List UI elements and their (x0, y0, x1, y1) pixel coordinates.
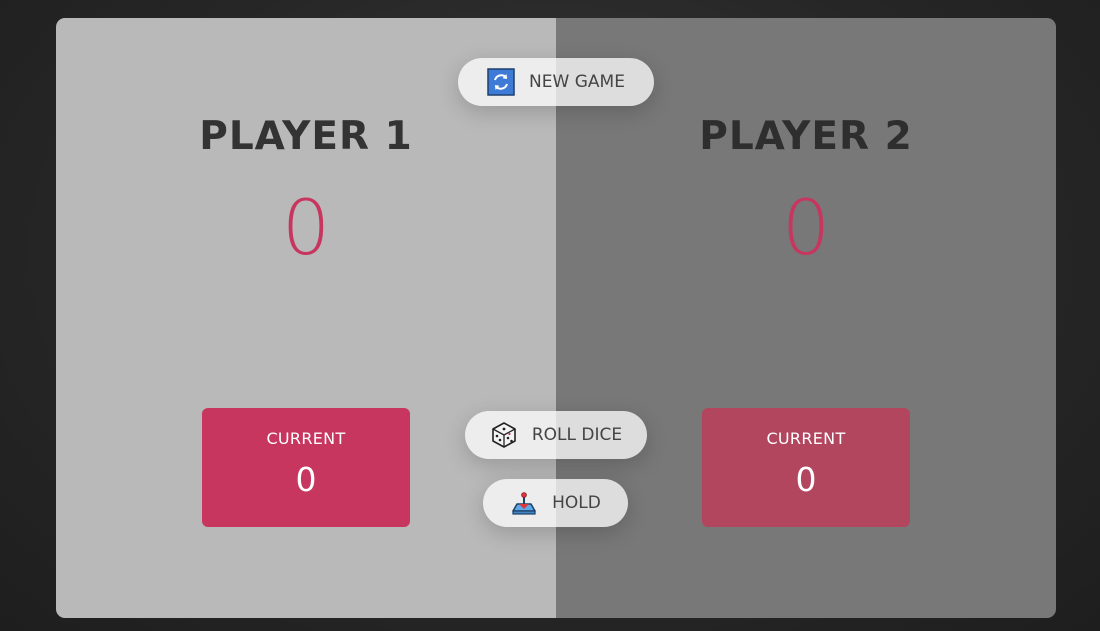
player-2-panel: PLAYER 2 0 CURRENT 0 (556, 18, 1056, 618)
player-1-current-score: 0 (295, 460, 317, 499)
player-2-name: PLAYER 2 (699, 114, 913, 159)
roll-dice-label: ROLL DICE (531, 425, 623, 445)
hold-button[interactable]: HOLD (483, 479, 628, 527)
player-1-current-label: CURRENT (266, 429, 346, 448)
new-game-button[interactable]: NEW GAME (458, 58, 654, 106)
joystick-icon (510, 489, 538, 517)
player-1-panel: PLAYER 1 0 CURRENT 0 (56, 18, 556, 618)
player-2-current-box: CURRENT 0 (702, 408, 910, 527)
player-1-name: PLAYER 1 (199, 114, 413, 159)
roll-dice-button[interactable]: ROLL DICE (465, 411, 647, 459)
player-2-current-label: CURRENT (766, 429, 846, 448)
new-game-label: NEW GAME (529, 72, 625, 92)
player-1-current-box: CURRENT 0 (202, 408, 410, 527)
dice-icon (490, 421, 518, 449)
refresh-icon (487, 68, 515, 96)
player-2-current-score: 0 (795, 460, 817, 499)
hold-label: HOLD (552, 493, 601, 513)
player-1-total-score: 0 (281, 183, 331, 272)
game-board: PLAYER 1 0 CURRENT 0 PLAYER 2 0 CURRENT … (56, 18, 1056, 618)
player-2-total-score: 0 (781, 183, 831, 272)
